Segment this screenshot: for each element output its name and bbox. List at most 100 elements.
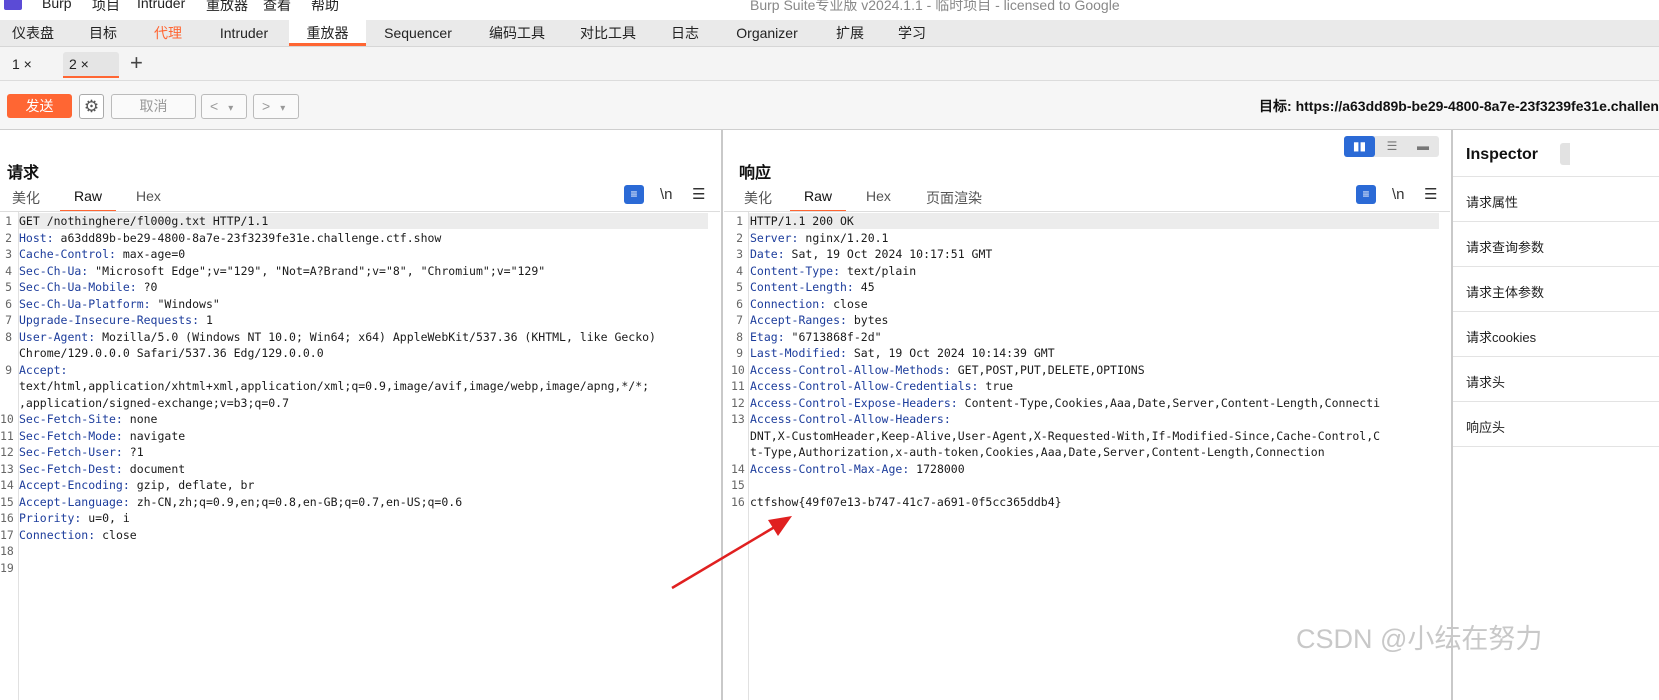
- tab-sequencer[interactable]: Sequencer: [370, 20, 466, 46]
- editor-line[interactable]: 7 Accept-Ranges: bytes: [731, 312, 1449, 329]
- response-tab-hex[interactable]: Hex: [866, 188, 891, 210]
- layout-toggle[interactable]: ▮▮ ☰ ▬: [1344, 136, 1439, 157]
- inspector-response-headers[interactable]: 响应头: [1466, 417, 1505, 436]
- line-number: 13: [0, 461, 14, 476]
- wrap-lines-icon[interactable]: ≡: [1356, 185, 1376, 204]
- menu-help[interactable]: 帮助: [311, 0, 339, 14]
- editor-line[interactable]: 16 Priority: u=0, i: [0, 510, 720, 527]
- editor-line[interactable]: 5 Content-Length: 45: [731, 279, 1449, 296]
- header-name: Content-Length:: [750, 280, 854, 294]
- pane-divider[interactable]: [721, 130, 723, 700]
- editor-line[interactable]: 13 Access-Control-Allow-Headers:: [731, 411, 1449, 428]
- editor-line[interactable]: 4 Sec-Ch-Ua: "Microsoft Edge";v="129", "N…: [0, 263, 720, 280]
- tab-extensions[interactable]: 扩展: [822, 20, 878, 46]
- menu-icon[interactable]: ☰: [692, 185, 705, 203]
- wrap-lines-icon[interactable]: ≡: [624, 185, 644, 204]
- tab-proxy[interactable]: 代理: [136, 20, 200, 46]
- menu-intruder[interactable]: Intruder: [137, 0, 185, 11]
- editor-line[interactable]: 10 Sec-Fetch-Site: none: [0, 411, 720, 428]
- header-name: Access-Control-Allow-Methods:: [750, 362, 951, 377]
- repeater-tab-2[interactable]: 2 ×: [63, 52, 119, 78]
- editor-line[interactable]: t-Type,Authorization,x-auth-token,Cookie…: [731, 444, 1449, 461]
- editor-line[interactable]: 12 Access-Control-Expose-Headers: Content…: [731, 395, 1449, 412]
- editor-line[interactable]: 3 Cache-Control: max-age=0: [0, 246, 720, 263]
- layout-side-by-side-icon[interactable]: ▮▮: [1344, 136, 1375, 157]
- inspector-request-attributes[interactable]: 请求属性: [1466, 192, 1518, 211]
- editor-line[interactable]: 4 Content-Type: text/plain: [731, 263, 1449, 280]
- line-number: 9: [5, 362, 12, 377]
- editor-line[interactable]: 2 Host: a63dd89b-be29-4800-8a7e-23f3239fe…: [0, 230, 720, 247]
- menu-burp[interactable]: Burp: [42, 0, 72, 11]
- add-tab-icon[interactable]: +: [130, 50, 143, 76]
- menu-repeater[interactable]: 重放器: [206, 0, 248, 14]
- editor-line[interactable]: 9 Last-Modified: Sat, 19 Oct 2024 10:14:3…: [731, 345, 1449, 362]
- editor-line[interactable]: DNT,X-CustomHeader,Keep-Alive,User-Agent…: [731, 428, 1449, 445]
- editor-line[interactable]: 19: [0, 560, 720, 577]
- editor-line[interactable]: 6 Sec-Ch-Ua-Platform: "Windows": [0, 296, 720, 313]
- request-tab-raw[interactable]: Raw: [60, 188, 116, 212]
- back-button[interactable]: < ▾: [201, 94, 247, 119]
- editor-line[interactable]: text/html,application/xhtml+xml,applicat…: [0, 378, 720, 395]
- newline-icon[interactable]: \n: [1392, 186, 1405, 203]
- target-url[interactable]: 目标: https://a63dd89b-be29-4800-8a7e-23f3…: [1259, 96, 1659, 116]
- layout-stacked-icon[interactable]: ☰: [1377, 136, 1407, 157]
- editor-line[interactable]: 10 Access-Control-Allow-Methods: GET,POST…: [731, 362, 1449, 379]
- editor-line[interactable]: 7 Upgrade-Insecure-Requests: 1: [0, 312, 720, 329]
- response-tab-raw[interactable]: Raw: [790, 188, 846, 212]
- editor-line[interactable]: 9 Accept:: [0, 362, 720, 379]
- editor-line[interactable]: 2 Server: nginx/1.20.1: [731, 230, 1449, 247]
- editor-line[interactable]: 17 Connection: close: [0, 527, 720, 544]
- inspector-request-headers[interactable]: 请求头: [1466, 372, 1505, 391]
- gear-icon[interactable]: ⚙: [79, 94, 104, 119]
- tab-comparer[interactable]: 对比工具: [566, 20, 650, 46]
- line-number: 10: [0, 412, 14, 426]
- layout-single-icon[interactable]: ▬: [1408, 136, 1438, 157]
- request-tab-pretty[interactable]: 美化: [12, 188, 40, 210]
- tab-decoder[interactable]: 编码工具: [475, 20, 559, 46]
- editor-line[interactable]: 1 HTTP/1.1 200 OK: [731, 213, 1449, 230]
- tab-organizer[interactable]: Organizer: [722, 20, 812, 46]
- editor-line[interactable]: Chrome/129.0.0.0 Safari/537.36 Edg/129.0…: [0, 345, 720, 362]
- editor-line[interactable]: 18: [0, 543, 720, 560]
- tab-intruder[interactable]: Intruder: [204, 20, 284, 46]
- request-tab-hex[interactable]: Hex: [136, 188, 161, 210]
- editor-line[interactable]: 14 Accept-Encoding: gzip, deflate, br: [0, 477, 720, 494]
- menu-icon[interactable]: ☰: [1424, 185, 1437, 203]
- editor-line[interactable]: 16 ctfshow{49f07e13-b747-41c7-a691-0f5cc3…: [731, 494, 1449, 511]
- repeater-tab-1[interactable]: 1 ×: [6, 52, 38, 76]
- editor-line[interactable]: ,application/signed-exchange;v=b3;q=0.7: [0, 395, 720, 412]
- header-name: Connection:: [19, 527, 96, 542]
- inspector-query-params[interactable]: 请求查询参数: [1466, 237, 1544, 256]
- editor-line[interactable]: 13 Sec-Fetch-Dest: document: [0, 461, 720, 478]
- editor-line[interactable]: 8 Etag: "6713868f-2d": [731, 329, 1449, 346]
- editor-line[interactable]: 11 Access-Control-Allow-Credentials: true: [731, 378, 1449, 395]
- newline-icon[interactable]: \n: [660, 186, 673, 203]
- send-button[interactable]: 发送: [7, 94, 72, 118]
- tab-target[interactable]: 目标: [70, 20, 136, 46]
- response-tab-pretty[interactable]: 美化: [744, 188, 772, 210]
- editor-line[interactable]: 15: [731, 477, 1449, 494]
- editor-line[interactable]: 12 Sec-Fetch-User: ?1: [0, 444, 720, 461]
- tab-repeater[interactable]: 重放器: [289, 20, 366, 46]
- response-editor[interactable]: 1 HTTP/1.1 200 OK 2 Server: nginx/1.20.1 3 Da…: [731, 213, 1449, 510]
- menu-view[interactable]: 查看: [263, 0, 291, 14]
- request-editor[interactable]: 1 GET /nothinghere/fl000g.txt HTTP/1.1 2 Ho…: [0, 213, 720, 576]
- editor-line[interactable]: 6 Connection: close: [731, 296, 1449, 313]
- editor-line[interactable]: 1 GET /nothinghere/fl000g.txt HTTP/1.1: [0, 213, 720, 230]
- response-tab-render[interactable]: 页面渲染: [926, 188, 982, 210]
- forward-button[interactable]: > ▾: [253, 94, 299, 119]
- inspector-cookies[interactable]: 请求cookies: [1466, 327, 1536, 346]
- editor-line[interactable]: 8 User-Agent: Mozilla/5.0 (Windows NT 10.…: [0, 329, 720, 346]
- editor-line[interactable]: 14 Access-Control-Max-Age: 1728000: [731, 461, 1449, 478]
- menu-project[interactable]: 项目: [92, 0, 120, 14]
- tab-logger[interactable]: 日志: [656, 20, 714, 46]
- cancel-button[interactable]: 取消: [111, 94, 196, 119]
- inspector-body-params[interactable]: 请求主体参数: [1466, 282, 1544, 301]
- editor-line[interactable]: 5 Sec-Ch-Ua-Mobile: ?0: [0, 279, 720, 296]
- editor-line[interactable]: 3 Date: Sat, 19 Oct 2024 10:17:51 GMT: [731, 246, 1449, 263]
- editor-line[interactable]: 11 Sec-Fetch-Mode: navigate: [0, 428, 720, 445]
- editor-line[interactable]: 15 Accept-Language: zh-CN,zh;q=0.9,en;q=0…: [0, 494, 720, 511]
- inspector-collapse-button[interactable]: [1560, 143, 1570, 165]
- tab-learn[interactable]: 学习: [884, 20, 940, 46]
- tab-dashboard[interactable]: 仪表盘: [0, 20, 66, 46]
